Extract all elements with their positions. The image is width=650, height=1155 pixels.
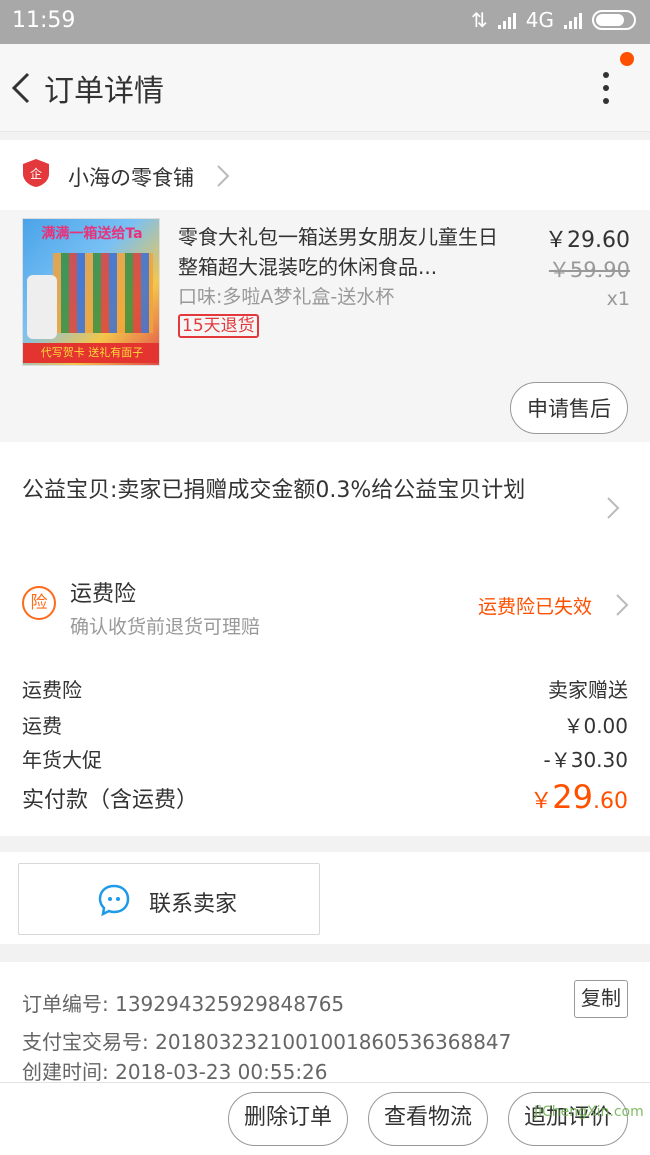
watermark: JiChengXin.com	[534, 1104, 644, 1120]
shipping-insurance-icon: 险	[22, 586, 56, 620]
title-bar: 订单详情	[0, 44, 650, 132]
product-spec: 口味:多啦A梦礼盒-送水杯	[178, 286, 395, 308]
fee-value: 卖家赠送	[548, 678, 628, 702]
original-price: ￥59.90	[548, 258, 630, 282]
svg-text:企: 企	[30, 166, 42, 181]
product-image-caption-bottom: 代写贺卡 送礼有面子	[23, 343, 159, 363]
product-price: ￥29.60	[545, 228, 630, 253]
total-integer: 29	[552, 778, 593, 816]
total-amount: ￥29.60	[530, 778, 628, 816]
view-logistics-button[interactable]: 查看物流	[368, 1092, 488, 1146]
product-quantity: x1	[606, 288, 630, 310]
chevron-right-icon	[217, 165, 230, 187]
order-details: 公益宝贝:卖家已捐赠成交金额0.3%给公益宝贝计划 险 运费险 确认收货前退货可…	[0, 442, 650, 836]
insurance-status[interactable]: 运费险已失效	[478, 592, 592, 619]
store-row[interactable]: 企 小海の零食铺	[0, 140, 650, 210]
return-policy-tag: 15天退货	[178, 314, 259, 338]
battery-icon	[592, 10, 636, 30]
fee-row: 年货大促 -￥30.30	[22, 744, 628, 776]
product-title: 零食大礼包一箱送男女朋友儿童生日整箱超大混装吃的休闲食品...	[178, 225, 498, 279]
store-name: 小海の零食铺	[68, 166, 194, 190]
chat-bubble-icon	[98, 884, 130, 917]
fee-label: 运费	[22, 714, 62, 738]
insurance-desc: 确认收货前退货可理赔	[70, 616, 261, 638]
fee-value: ￥0.00	[563, 714, 628, 738]
status-bar: 11:59 ⇅ 4G	[0, 0, 650, 44]
snack-box-graphic	[53, 253, 153, 333]
fee-row: 运费险 卖家赠送	[22, 674, 628, 706]
total-label: 实付款（含运费）	[22, 788, 199, 813]
page-title: 订单详情	[44, 74, 164, 109]
contact-section: 联系卖家	[0, 852, 650, 944]
delete-order-button[interactable]: 删除订单	[228, 1092, 348, 1146]
signal-icon	[497, 11, 516, 29]
cup-graphic	[27, 275, 57, 339]
fee-row: 运费 ￥0.00	[22, 710, 628, 742]
product-image: 满满一箱送给Ta 代写贺卡 送礼有面子	[22, 218, 160, 366]
data-transfer-icon: ⇅	[471, 8, 488, 32]
chevron-right-icon	[607, 497, 620, 519]
chevron-right-icon	[616, 594, 629, 616]
contact-seller-button[interactable]: 联系卖家	[18, 863, 320, 935]
product-item[interactable]: 满满一箱送给Ta 代写贺卡 送礼有面子 零食大礼包一箱送男女朋友儿童生日整箱超大…	[0, 210, 650, 442]
back-arrow-icon[interactable]	[6, 66, 42, 110]
status-icons: ⇅ 4G	[471, 8, 636, 32]
fee-label: 年货大促	[22, 748, 102, 772]
total-decimal: .60	[593, 789, 628, 814]
alipay-trade-number: 支付宝交易号: 2018032321001001860536368847	[22, 1030, 512, 1054]
network-type: 4G	[525, 8, 554, 32]
product-image-caption-top: 满满一箱送给Ta	[41, 226, 143, 242]
more-menu-icon[interactable]	[590, 66, 622, 110]
contact-seller-label: 联系卖家	[149, 892, 238, 917]
created-time: 创建时间: 2018-03-23 00:55:26	[22, 1060, 328, 1084]
order-number: 订单编号: 139294325929848765	[22, 992, 345, 1016]
total-currency: ￥	[530, 789, 553, 814]
signal-icon-2	[564, 11, 582, 29]
notification-dot	[620, 52, 634, 66]
order-meta: 订单编号: 139294325929848765 复制 支付宝交易号: 2018…	[0, 962, 650, 1084]
enterprise-shield-icon: 企	[23, 159, 49, 187]
copy-button[interactable]: 复制	[574, 980, 628, 1018]
after-sale-button[interactable]: 申请售后	[510, 382, 628, 434]
charity-note[interactable]: 公益宝贝:卖家已捐赠成交金额0.3%给公益宝贝计划	[22, 474, 582, 508]
fee-label: 运费险	[22, 678, 82, 702]
fee-value: -￥30.30	[543, 748, 628, 772]
status-time: 11:59	[12, 8, 76, 33]
insurance-title: 运费险	[70, 582, 137, 607]
